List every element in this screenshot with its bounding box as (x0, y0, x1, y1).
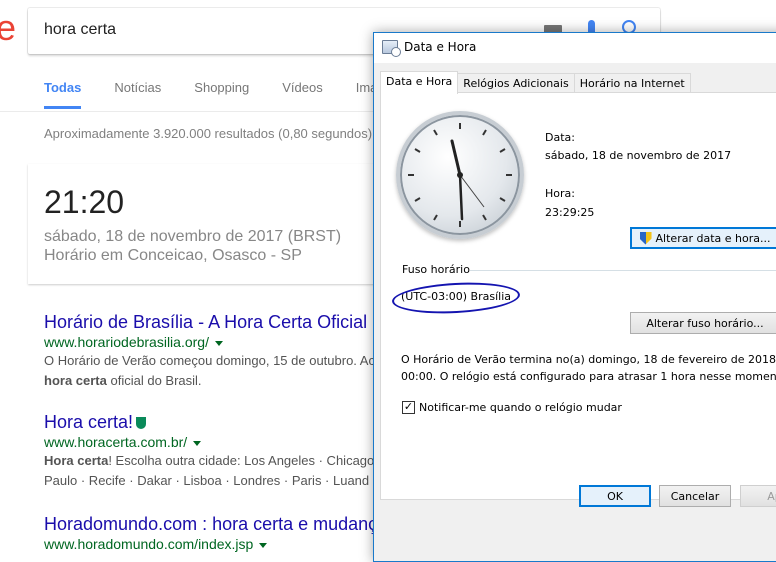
time-value: 23:29:25 (545, 206, 595, 219)
google-logo[interactable]: e (0, 10, 16, 46)
verified-shield-icon (136, 417, 147, 430)
date-label: Data: (545, 131, 575, 144)
result-title-link[interactable]: Horário de Brasília - A Hora Certa Ofici… (44, 311, 404, 333)
cancel-label: Cancelar (670, 489, 720, 503)
ok-button[interactable]: OK (579, 485, 651, 507)
current-time: 21:20 (44, 184, 125, 220)
notify-checkbox-label[interactable]: Notificar-me quando o relógio mudar (419, 401, 622, 414)
date-value: sábado, 18 de novembro de 2017 (545, 149, 732, 162)
cancel-button[interactable]: Cancelar (659, 485, 731, 507)
url-dropdown-icon[interactable] (259, 542, 268, 548)
snippet-bold: hora certa (44, 373, 107, 388)
result-url-text: www.horacerta.com.br/ (44, 434, 188, 450)
change-date-time-button[interactable]: Alterar data e hora... (630, 227, 776, 249)
change-date-time-label: Alterar data e hora... (655, 231, 771, 245)
time-answer-card: 21:20 sábado, 18 de novembro de 2017 (BR… (28, 164, 378, 284)
time-location: Horário em Conceicao, Osasco - SP (44, 247, 302, 264)
url-dropdown-icon[interactable] (214, 340, 223, 346)
date-time-dialog: Data e Hora Data e Hora Relógios Adicion… (373, 32, 776, 562)
url-dropdown-icon[interactable] (193, 440, 202, 446)
current-date: sábado, 18 de novembro de 2017 (BRST) (44, 228, 342, 245)
ok-label: OK (607, 489, 623, 503)
search-result: Hora certa! www.horacerta.com.br/ Hora c… (44, 411, 404, 491)
snippet-text: oficial do Brasil. (106, 373, 202, 388)
search-input[interactable]: hora certa (44, 21, 116, 39)
result-stats: Aproximadamente 3.920.000 resultados (0,… (44, 126, 373, 141)
notify-checkbox[interactable]: ✓ (402, 401, 415, 414)
snippet-text: ! Escolha outra cidade: Los Angeles · Ch… (108, 453, 375, 468)
tab-videos[interactable]: Vídeos (282, 80, 322, 109)
tab-todas[interactable]: Todas (44, 80, 82, 109)
search-result: Horário de Brasília - A Hora Certa Ofici… (44, 311, 404, 391)
result-snippet: O Horário de Verão começou domingo, 15 d… (44, 353, 375, 368)
tab-noticias[interactable]: Notícias (114, 80, 161, 109)
search-tabs: Todas Notícias Shopping Vídeos Ima (44, 80, 410, 109)
dst-info-line: O Horário de Verão termina no(a) domingo… (401, 353, 776, 366)
dialog-titlebar[interactable]: Data e Hora (374, 33, 776, 63)
tab-horario-internet[interactable]: Horário na Internet (573, 73, 691, 93)
result-title-text[interactable]: Hora certa! (44, 412, 133, 432)
result-snippet: hora certa oficial do Brasil. (44, 371, 404, 391)
dialog-title: Data e Hora (404, 40, 477, 54)
section-divider (470, 270, 776, 271)
apply-label: Apl (767, 489, 776, 503)
dialog-footer (374, 500, 776, 560)
change-timezone-label: Alterar fuso horário... (646, 316, 764, 330)
uac-shield-icon (639, 231, 652, 245)
result-url: www.horacerta.com.br/ (44, 433, 404, 451)
analog-clock-icon (396, 111, 524, 239)
tab-shopping[interactable]: Shopping (194, 80, 249, 109)
result-url: www.horariodebrasilia.org/ (44, 333, 404, 351)
snippet-bold: Hora certa (44, 453, 109, 468)
result-snippet: Hora certa! Escolha outra cidade: Los An… (44, 451, 404, 471)
result-url-text: www.horariodebrasilia.org/ (44, 334, 209, 350)
apply-button[interactable]: Apl (740, 485, 776, 507)
clock-calendar-icon (382, 40, 401, 57)
result-snippet: Paulo · Recife · Dakar · Lisboa · Londre… (44, 473, 370, 488)
tab-data-e-hora[interactable]: Data e Hora (380, 71, 459, 94)
time-label: Hora: (545, 187, 575, 200)
dst-info-line: 00:00. O relógio está configurado para a… (401, 370, 776, 383)
change-timezone-button[interactable]: Alterar fuso horário... (630, 312, 776, 334)
dialog-tabs: Data e Hora Relógios Adicionais Horário … (380, 71, 691, 94)
tab-relogios-adicionais[interactable]: Relógios Adicionais (457, 73, 575, 93)
result-title-link[interactable]: Hora certa! (44, 411, 404, 433)
result-url-text: www.horadomundo.com/index.jsp (44, 536, 254, 552)
timezone-section-title: Fuso horário (402, 263, 470, 276)
